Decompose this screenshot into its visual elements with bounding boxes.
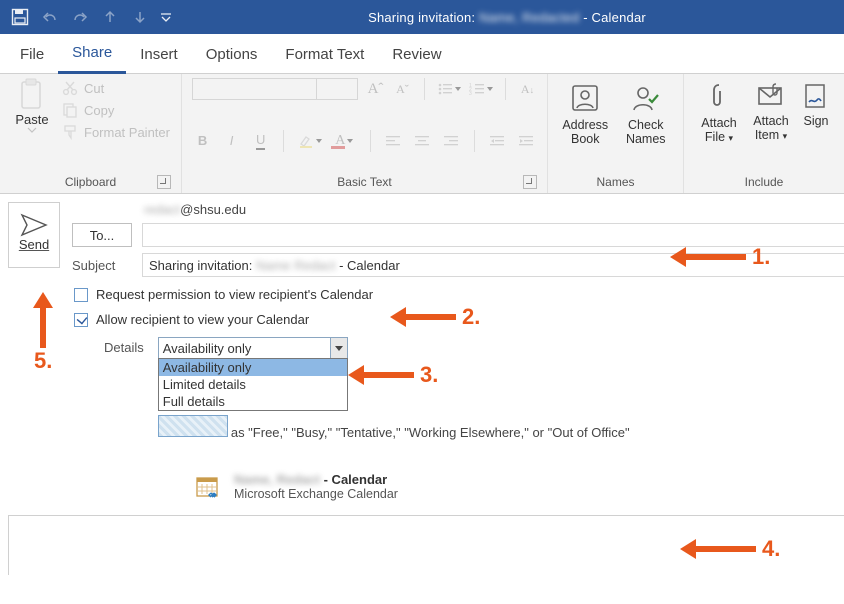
format-painter-label: Format Painter [84, 125, 170, 140]
signature-button[interactable]: Sign [798, 82, 834, 145]
cut-button[interactable]: Cut [62, 80, 170, 96]
ribbon-tabs: File Share Insert Options Format Text Re… [0, 34, 844, 74]
font-color-button[interactable]: A [331, 130, 358, 152]
send-button[interactable]: Send [8, 202, 60, 268]
shrink-font-button[interactable]: Aˇ [393, 78, 412, 100]
selection-indicator [158, 415, 228, 437]
calendar-share-entry: Name, Redact - Calendar Microsoft Exchan… [194, 472, 844, 501]
signature-label: Sign [803, 114, 828, 128]
tab-format-text[interactable]: Format Text [271, 38, 378, 73]
send-label: Send [19, 237, 49, 252]
details-label: Details [104, 337, 144, 355]
format-painter-button[interactable]: Format Painter [62, 124, 170, 140]
group-basic-text: Aˆ Aˇ 123 A↓ B I U A Basic Text [182, 74, 548, 193]
details-combo-list: Availability only Limited details Full d… [158, 358, 348, 411]
align-center-button[interactable] [412, 130, 433, 152]
title-redacted-name: Name, Redacted [479, 10, 579, 25]
send-icon [20, 213, 48, 237]
cut-label: Cut [84, 81, 104, 96]
calendar-entry-sub: Microsoft Exchange Calendar [234, 487, 398, 501]
align-left-button[interactable] [383, 130, 404, 152]
to-button[interactable]: To... [72, 223, 132, 247]
allow-recipient-checkbox[interactable] [74, 313, 88, 327]
check-names-button[interactable]: Check Names [619, 82, 674, 147]
attach-file-label: Attach File ▾ [701, 116, 736, 145]
request-permission-label: Request permission to view recipient's C… [96, 287, 373, 302]
numbering-button[interactable]: 123 [469, 78, 493, 100]
qat-customize-icon[interactable] [156, 3, 176, 31]
combo-item-full[interactable]: Full details [159, 393, 347, 410]
annotation-4: 4. [680, 536, 786, 562]
bold-button[interactable]: B [192, 130, 213, 152]
request-permission-checkbox[interactable] [74, 288, 88, 302]
clipboard-group-label: Clipboard [10, 171, 171, 191]
allow-recipient-label: Allow recipient to view your Calendar [96, 312, 309, 327]
paste-label: Paste [15, 112, 48, 127]
annotation-5: 5. [28, 292, 58, 374]
underline-button[interactable]: U [250, 130, 271, 152]
calendar-entry-redacted-name: Name, Redact [234, 472, 320, 487]
details-hint: n as "Free," "Busy," "Tentative," "Worki… [220, 425, 844, 440]
bullets-button[interactable] [437, 78, 461, 100]
prev-item-icon[interactable] [96, 3, 124, 31]
from-redacted: redact [144, 202, 180, 217]
basic-text-group-label: Basic Text [192, 171, 537, 191]
align-right-button[interactable] [441, 130, 462, 152]
check-names-label: Check Names [626, 118, 666, 147]
attach-item-button[interactable]: Attach Item ▾ [746, 82, 796, 145]
annotation-2: 2. [390, 304, 486, 330]
basic-text-dialog-launcher[interactable] [523, 175, 537, 189]
copy-button[interactable]: Copy [62, 102, 170, 118]
group-include: Attach File ▾ Attach Item ▾ Sign Include [684, 74, 844, 193]
tab-file[interactable]: File [6, 38, 58, 73]
redo-icon[interactable] [66, 3, 94, 31]
font-name-combo[interactable] [192, 78, 358, 100]
clipboard-dialog-launcher[interactable] [157, 175, 171, 189]
sort-button[interactable]: A↓ [518, 78, 537, 100]
decrease-indent-button[interactable] [487, 130, 508, 152]
tab-review[interactable]: Review [378, 38, 455, 73]
from-address: redact@shsu.edu [72, 202, 844, 217]
subject-label: Subject [72, 258, 132, 273]
paste-button[interactable]: Paste [10, 78, 54, 140]
tab-share[interactable]: Share [58, 36, 126, 74]
attach-item-label: Attach Item ▾ [753, 114, 788, 143]
title-suffix: - Calendar [583, 10, 646, 25]
increase-indent-button[interactable] [516, 130, 537, 152]
subject-redacted-name: Name Redact [256, 258, 335, 273]
address-book-label: Address Book [562, 118, 608, 147]
include-group-label: Include [694, 171, 834, 191]
window-title: Sharing invitation: Name, Redacted - Cal… [176, 10, 838, 25]
undo-icon[interactable] [36, 3, 64, 31]
quick-access-toolbar [6, 3, 176, 31]
tab-insert[interactable]: Insert [126, 38, 192, 73]
attach-file-button[interactable]: Attach File ▾ [694, 82, 744, 145]
copy-label: Copy [84, 103, 114, 118]
details-combo[interactable]: Availability only Availability only Limi… [158, 337, 348, 359]
save-icon[interactable] [6, 3, 34, 31]
annotation-1: 1. [670, 244, 776, 270]
italic-button[interactable]: I [221, 130, 242, 152]
ribbon: Paste Cut Copy Format Painter Clipboa [0, 74, 844, 194]
address-book-button[interactable]: Address Book [558, 82, 613, 147]
title-bar: Sharing invitation: Name, Redacted - Cal… [0, 0, 844, 34]
next-item-icon[interactable] [126, 3, 154, 31]
combo-item-availability[interactable]: Availability only [159, 359, 347, 376]
details-combo-value: Availability only [158, 337, 348, 359]
annotation-3: 3. [348, 362, 444, 388]
highlight-button[interactable] [296, 130, 323, 152]
title-prefix: Sharing invitation: [368, 10, 475, 25]
grow-font-button[interactable]: Aˆ [366, 78, 385, 100]
details-combo-dropdown-icon[interactable] [330, 337, 348, 359]
group-clipboard: Paste Cut Copy Format Painter Clipboa [0, 74, 182, 193]
calendar-icon [194, 473, 222, 501]
calendar-entry-suffix: - Calendar [324, 472, 388, 487]
tab-options[interactable]: Options [192, 38, 272, 73]
names-group-label: Names [558, 171, 673, 191]
svg-text:3: 3 [469, 91, 472, 96]
group-names: Address Book Check Names Names [548, 74, 684, 193]
combo-item-limited[interactable]: Limited details [159, 376, 347, 393]
